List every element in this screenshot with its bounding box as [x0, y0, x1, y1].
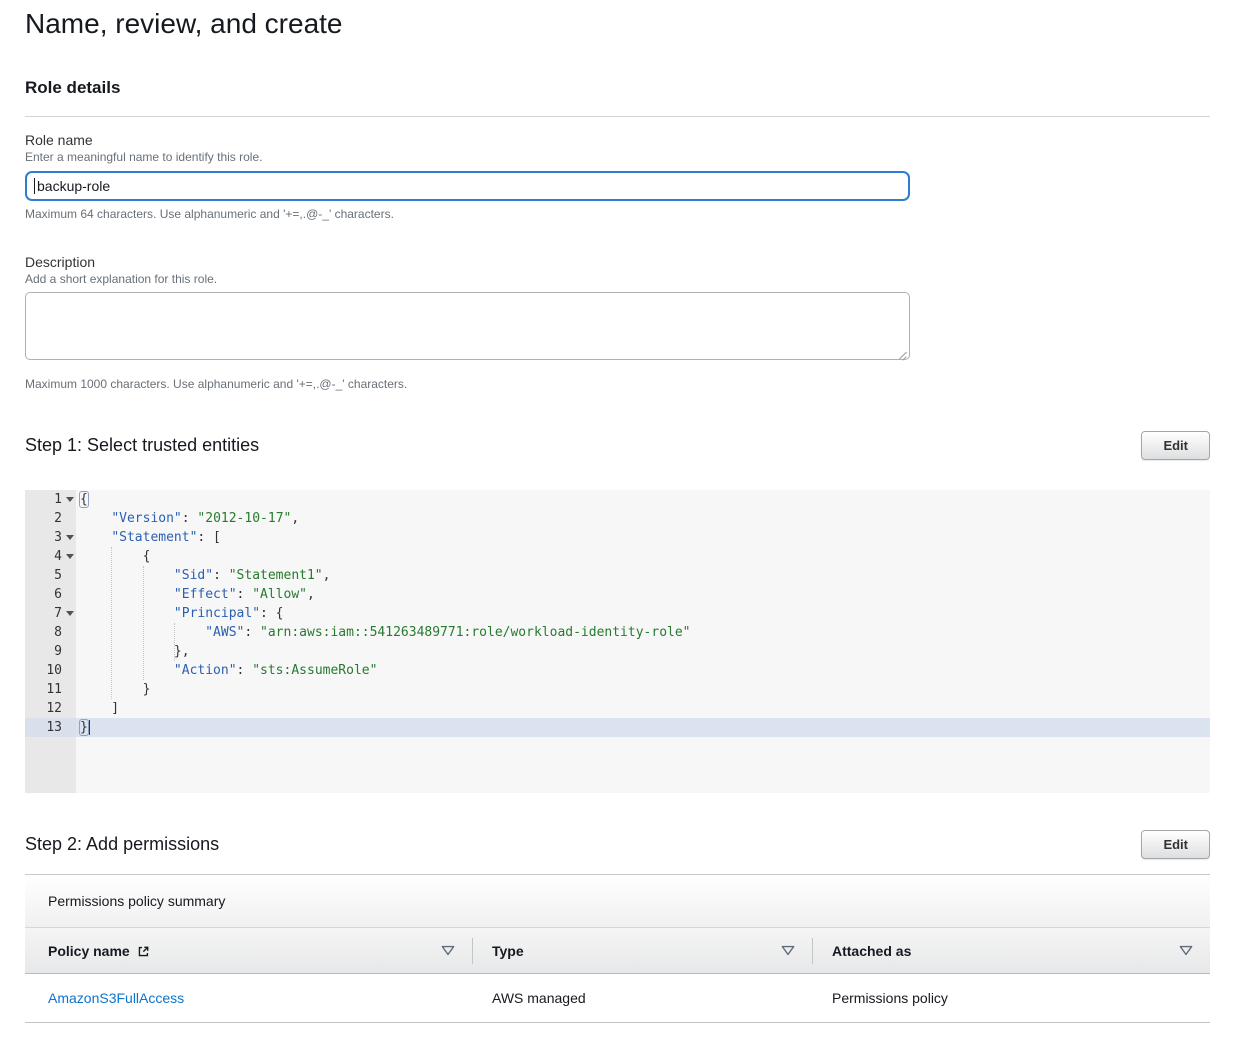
code-fold-toggle-icon[interactable] — [66, 554, 74, 559]
description-field: Description Add a short explanation for … — [25, 254, 910, 391]
panel-header: Permissions policy summary — [25, 875, 1210, 928]
step1-header-row: Step 1: Select trusted entities Edit — [25, 431, 1210, 460]
step2-edit-button[interactable]: Edit — [1141, 830, 1210, 859]
editor-line-number-7: 7 — [25, 604, 76, 623]
editor-code-line-5[interactable]: "Sid": "Statement1", — [76, 566, 1210, 585]
editor-line-number-6: 6 — [25, 585, 76, 604]
column-filter-icon[interactable] — [1179, 945, 1193, 956]
policy-type-cell: AWS managed — [472, 990, 812, 1006]
column-filter-icon[interactable] — [441, 945, 455, 956]
code-fold-toggle-icon[interactable] — [66, 535, 74, 540]
editor-line-number-1: 1 — [25, 490, 76, 509]
editor-code-line-8[interactable]: "AWS": "arn:aws:iam::541263489771:role/w… — [76, 623, 1210, 642]
editor-code-line-4[interactable]: { — [76, 547, 1210, 566]
main-content: Name, review, and create Role details Ro… — [0, 8, 1242, 1023]
trust-policy-json-editor[interactable]: 12345678910111213 { "Version": "2012-10-… — [25, 490, 1210, 793]
editor-line-number-13: 13 — [25, 718, 76, 737]
code-fold-toggle-icon[interactable] — [66, 611, 74, 616]
step1-edit-button[interactable]: Edit — [1141, 431, 1210, 460]
editor-line-number-10: 10 — [25, 661, 76, 680]
description-help: Add a short explanation for this role. — [25, 272, 910, 286]
editor-code-line-1[interactable]: { — [76, 490, 1210, 509]
panel-title: Permissions policy summary — [48, 893, 225, 909]
editor-line-number-9: 9 — [25, 642, 76, 661]
editor-gutter: 12345678910111213 — [25, 490, 76, 793]
column-header-policy-name[interactable]: Policy name — [25, 928, 472, 973]
editor-line-number-12: 12 — [25, 699, 76, 718]
description-textarea[interactable] — [25, 292, 910, 360]
role-name-help: Enter a meaningful name to identify this… — [25, 150, 910, 164]
step2-heading: Step 2: Add permissions — [25, 834, 219, 855]
editor-code-line-9[interactable]: }, — [76, 642, 1210, 661]
editor-code-line-6[interactable]: "Effect": "Allow", — [76, 585, 1210, 604]
column-filter-icon[interactable] — [781, 945, 795, 956]
editor-line-number-3: 3 — [25, 528, 76, 547]
role-name-field: Role name Enter a meaningful name to ide… — [25, 132, 910, 221]
attached-as-cell: Permissions policy — [812, 990, 1210, 1006]
column-header-label: Policy name — [48, 943, 130, 959]
section-divider — [25, 116, 1210, 117]
editor-cursor — [89, 720, 91, 735]
editor-code-line-7[interactable]: "Principal": { — [76, 604, 1210, 623]
editor-line-number-5: 5 — [25, 566, 76, 585]
editor-line-number-11: 11 — [25, 680, 76, 699]
text-caret — [34, 178, 35, 194]
policy-name-link[interactable]: AmazonS3FullAccess — [48, 990, 184, 1006]
editor-line-number-8: 8 — [25, 623, 76, 642]
column-header-label: Type — [492, 943, 524, 959]
role-name-label: Role name — [25, 132, 910, 148]
page-title: Name, review, and create — [25, 8, 1210, 40]
editor-code-line-2[interactable]: "Version": "2012-10-17", — [76, 509, 1210, 528]
role-details-heading: Role details — [25, 78, 1210, 98]
step2-header-row: Step 2: Add permissions Edit — [25, 830, 1210, 859]
column-header-label: Attached as — [832, 943, 911, 959]
editor-code-line-10[interactable]: "Action": "sts:AssumeRole" — [76, 661, 1210, 680]
role-name-input[interactable] — [25, 171, 910, 201]
editor-code-line-13[interactable]: } — [76, 718, 1210, 737]
role-name-hint: Maximum 64 characters. Use alphanumeric … — [25, 207, 910, 221]
column-separator — [812, 938, 813, 964]
permissions-policy-summary-panel: Permissions policy summary Policy name Ty… — [25, 874, 1210, 1023]
editor-code[interactable]: { "Version": "2012-10-17", "Statement": … — [76, 490, 1210, 793]
description-hint: Maximum 1000 characters. Use alphanumeri… — [25, 377, 910, 391]
table-body: AmazonS3FullAccess AWS managedPermissions… — [25, 974, 1210, 1023]
column-header-attached-as[interactable]: Attached as — [812, 928, 1210, 973]
resize-grip-icon[interactable] — [898, 351, 907, 360]
table-header-row: Policy name Type Attached as — [25, 928, 1210, 974]
editor-line-number-2: 2 — [25, 509, 76, 528]
column-separator — [472, 938, 473, 964]
external-link-icon — [137, 945, 150, 958]
editor-code-line-11[interactable]: } — [76, 680, 1210, 699]
step1-heading: Step 1: Select trusted entities — [25, 435, 259, 456]
code-fold-toggle-icon[interactable] — [66, 497, 74, 502]
description-label: Description — [25, 254, 910, 270]
table-row: AmazonS3FullAccess AWS managedPermissions… — [25, 974, 1210, 1023]
editor-code-line-12[interactable]: ] — [76, 699, 1210, 718]
editor-line-number-4: 4 — [25, 547, 76, 566]
editor-code-line-3[interactable]: "Statement": [ — [76, 528, 1210, 547]
column-header-type[interactable]: Type — [472, 928, 812, 973]
